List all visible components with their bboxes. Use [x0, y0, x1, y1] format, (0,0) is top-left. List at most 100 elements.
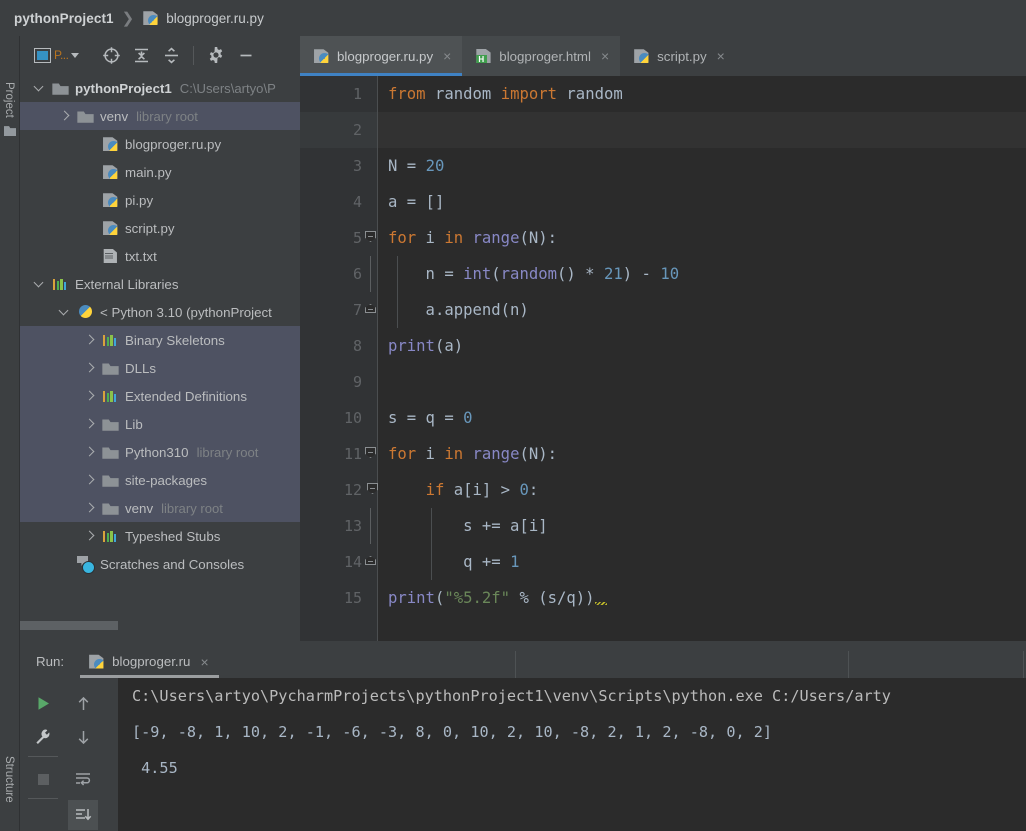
close-icon[interactable]: ×	[443, 49, 451, 63]
tree-row[interactable]: main.py	[20, 158, 300, 186]
run-tab-blogproger[interactable]: blogproger.ru ×	[80, 645, 219, 678]
project-tree[interactable]: pythonProject1 C:\Users\artyo\P venv librar…	[20, 74, 300, 626]
fold-gutter[interactable]	[362, 292, 378, 328]
line-number: 5	[352, 229, 362, 247]
chevron-down-icon[interactable]	[59, 307, 70, 318]
chevron-right-icon[interactable]	[84, 475, 95, 486]
chevron-right-icon[interactable]	[84, 419, 95, 430]
tree-row[interactable]: Extended Definitions	[20, 382, 300, 410]
line-number: 6	[352, 265, 362, 283]
tree-row[interactable]: Typeshed Stubs	[20, 522, 300, 550]
code-line[interactable]: 14 q += 1	[300, 544, 1026, 580]
editor-tab[interactable]: blogproger.ru.py ×	[300, 36, 463, 76]
chevron-down-icon[interactable]	[34, 83, 45, 94]
chevron-right-icon[interactable]	[84, 503, 95, 514]
sidebar-item-project[interactable]: Project	[3, 82, 15, 118]
text-file-icon	[103, 248, 117, 264]
close-icon[interactable]: ×	[200, 655, 208, 669]
chevron-right-icon[interactable]	[84, 363, 95, 374]
close-icon[interactable]: ×	[717, 49, 725, 63]
project-tool-window: P... pythonProject1 C:\Users\artyo\P ven…	[20, 36, 300, 641]
code-line[interactable]: 4 a = []	[300, 184, 1026, 220]
code-line[interactable]: 11 for i in range(N):	[300, 436, 1026, 472]
chevron-right-icon[interactable]	[59, 111, 70, 122]
code-line[interactable]: 9	[300, 364, 1026, 400]
code-line[interactable]: 5 for i in range(N):	[300, 220, 1026, 256]
fold-gutter[interactable]	[362, 436, 378, 472]
tree-row[interactable]: pythonProject1 C:\Users\artyo\P	[20, 74, 300, 102]
stop-button[interactable]	[28, 764, 58, 794]
editor-tab[interactable]: blogproger.html ×	[462, 36, 621, 76]
fold-end-icon[interactable]	[365, 304, 376, 313]
code-line[interactable]: 10 s = q = 0	[300, 400, 1026, 436]
tree-row[interactable]: Scratches and Consoles	[20, 550, 300, 578]
previous-occurrence-button[interactable]	[68, 688, 98, 718]
run-console-output[interactable]: C:\Users\artyo\PycharmProjects\pythonPro…	[118, 678, 1026, 831]
code-line[interactable]: 3 N = 20	[300, 148, 1026, 184]
settings-button[interactable]	[201, 41, 231, 69]
collapse-all-button[interactable]	[156, 41, 186, 69]
project-horizontal-scrollbar[interactable]	[20, 620, 300, 631]
chevron-right-icon[interactable]	[84, 391, 95, 402]
fold-gutter[interactable]	[362, 544, 378, 580]
fold-collapse-icon[interactable]	[365, 447, 376, 458]
toolbar-divider	[28, 798, 58, 799]
editor-tab-label: script.py	[657, 48, 707, 64]
soft-wrap-button[interactable]	[68, 764, 98, 794]
tree-row[interactable]: Lib	[20, 410, 300, 438]
tree-row[interactable]: venv library root	[20, 102, 300, 130]
code-line[interactable]: 2	[300, 112, 1026, 148]
close-icon[interactable]: ×	[601, 49, 609, 63]
chevron-right-icon[interactable]	[84, 335, 95, 346]
project-view-selector[interactable]: P...	[34, 47, 96, 63]
tree-row[interactable]: Python310 library root	[20, 438, 300, 466]
console-line: C:\Users\artyo\PycharmProjects\pythonPro…	[132, 687, 891, 705]
code-line[interactable]: 8 print(a)	[300, 328, 1026, 364]
fold-gutter[interactable]	[362, 220, 378, 256]
hide-panel-button[interactable]	[231, 41, 261, 69]
chevron-down-icon[interactable]	[34, 279, 45, 290]
tree-row[interactable]: venv library root	[20, 494, 300, 522]
code-line[interactable]: 15 print("%5.2f" % (s/q))	[300, 580, 1026, 616]
tree-row[interactable]: Binary Skeletons	[20, 326, 300, 354]
editor-tab[interactable]: script.py ×	[620, 36, 736, 76]
fold-gutter	[362, 364, 378, 400]
pycharm-window: pythonProject1 ❯ blogproger.ru.py Projec…	[0, 0, 1026, 831]
tree-row[interactable]: txt.txt	[20, 242, 300, 270]
fold-end-icon[interactable]	[365, 556, 376, 565]
python-file-icon	[89, 654, 104, 669]
line-number: 12	[343, 481, 362, 499]
code-text: a = []	[388, 193, 445, 211]
code-line[interactable]: 12 if a[i] > 0:	[300, 472, 1026, 508]
tree-row[interactable]: DLLs	[20, 354, 300, 382]
fold-gutter	[362, 400, 378, 436]
code-line[interactable]: 6 n = int(random() * 21) - 10	[300, 256, 1026, 292]
locate-file-button[interactable]	[96, 41, 126, 69]
tree-row[interactable]: < Python 3.10 (pythonProject	[20, 298, 300, 326]
tree-row[interactable]: blogproger.ru.py	[20, 130, 300, 158]
run-tab-label: blogproger.ru	[112, 654, 191, 669]
breadcrumb-project[interactable]: pythonProject1	[14, 11, 114, 26]
code-editor[interactable]: 1 from random import random 2 3 N = 20 4 a = […	[300, 76, 1026, 641]
left-tool-strip: Project Structure	[0, 36, 20, 831]
chevron-right-icon[interactable]	[84, 447, 95, 458]
tree-row[interactable]: External Libraries	[20, 270, 300, 298]
tree-row[interactable]: script.py	[20, 214, 300, 242]
tree-row[interactable]: pi.py	[20, 186, 300, 214]
sidebar-item-structure[interactable]: Structure	[3, 756, 15, 803]
scroll-to-end-button[interactable]	[68, 800, 98, 830]
run-settings-button[interactable]	[28, 722, 58, 752]
fold-collapse-icon[interactable]	[367, 483, 378, 494]
rerun-button[interactable]	[28, 688, 58, 718]
code-line[interactable]: 1 from random import random	[300, 76, 1026, 112]
breadcrumb-file[interactable]: blogproger.ru.py	[166, 11, 264, 26]
code-line[interactable]: 7 a.append(n)	[300, 292, 1026, 328]
expand-all-button[interactable]	[126, 41, 156, 69]
tree-row[interactable]: site-packages	[20, 466, 300, 494]
fold-collapse-icon[interactable]	[365, 231, 376, 242]
tree-row-label: Scratches and Consoles	[100, 556, 245, 572]
next-occurrence-button[interactable]	[68, 722, 98, 752]
fold-gutter[interactable]	[362, 472, 378, 508]
chevron-right-icon[interactable]	[84, 531, 95, 542]
code-line[interactable]: 13 s += a[i]	[300, 508, 1026, 544]
